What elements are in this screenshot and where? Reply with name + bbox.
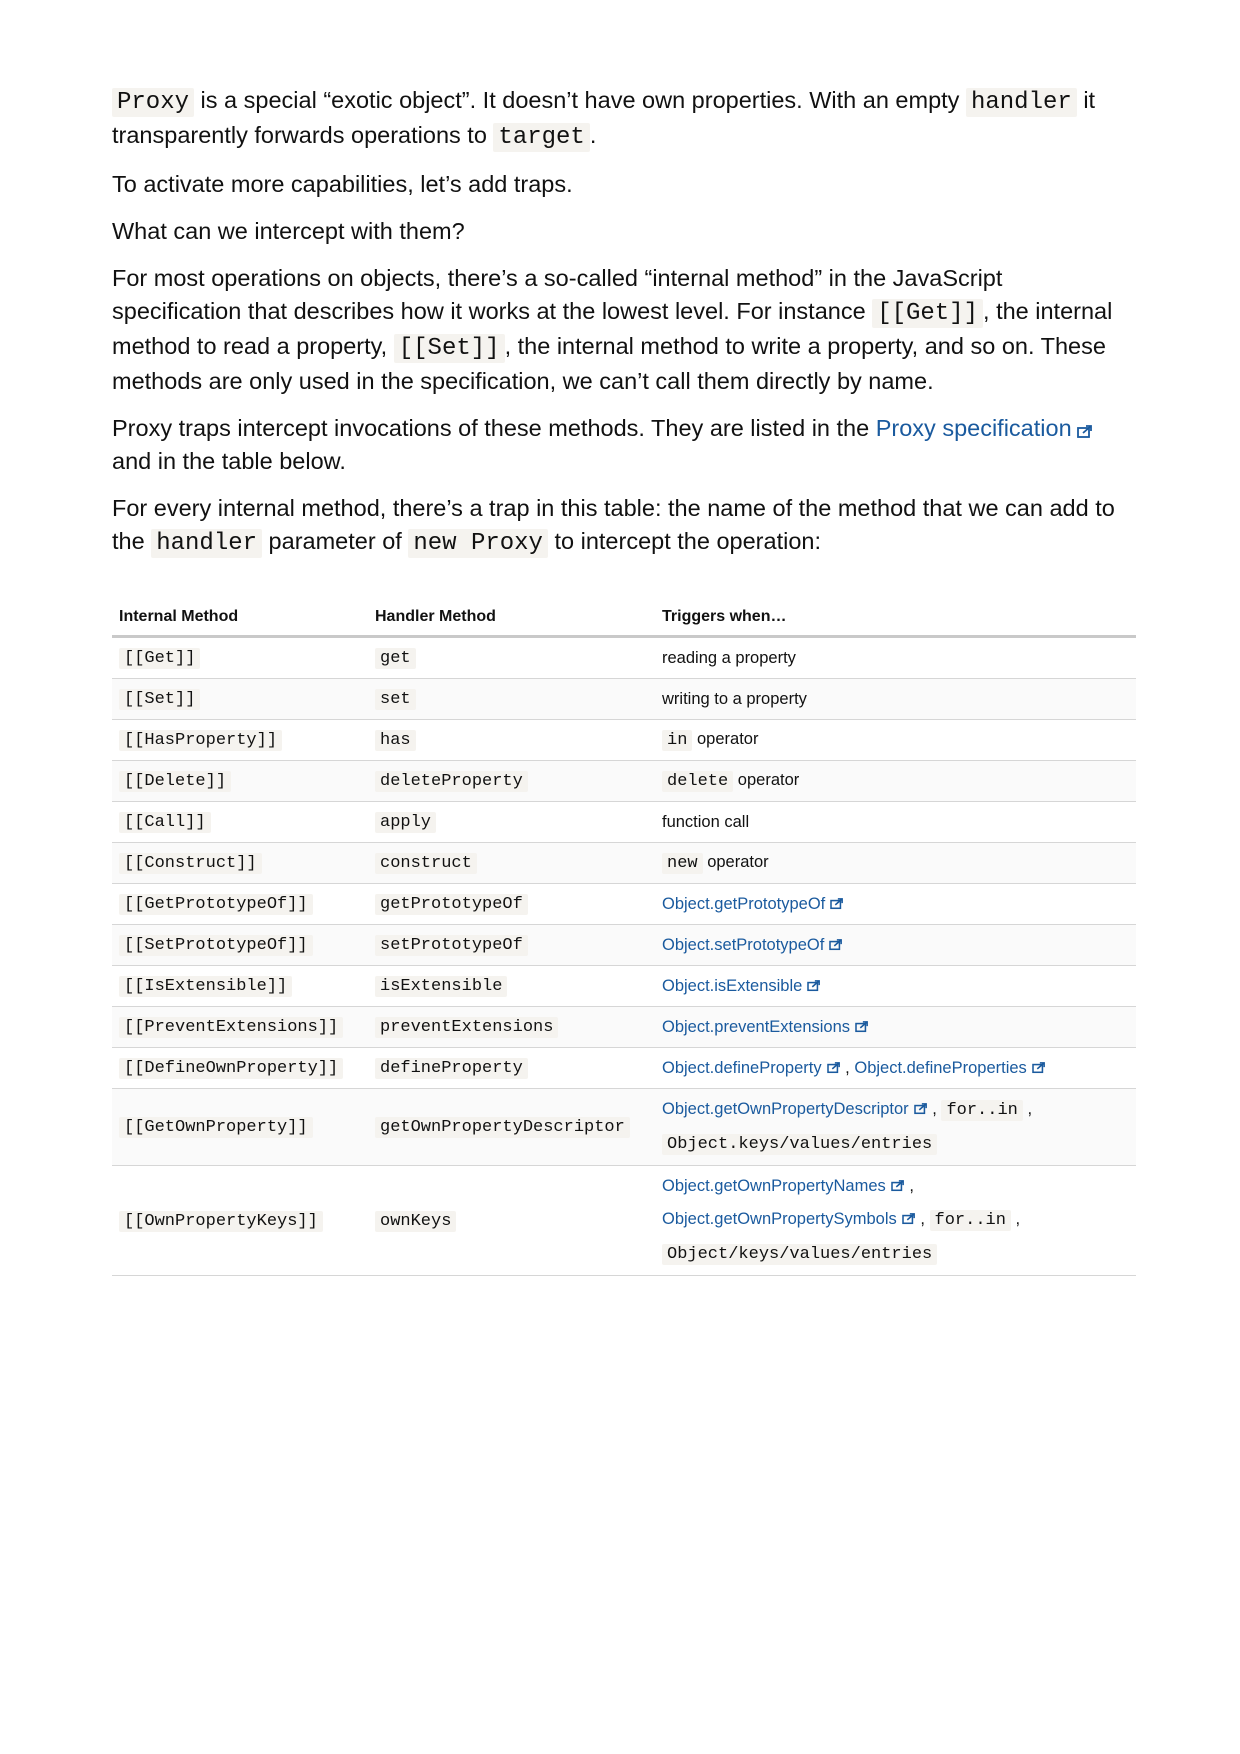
internal-method-cell: [[Get]] xyxy=(119,648,201,669)
table-row: [[GetOwnProperty]] getOwnPropertyDescrip… xyxy=(112,1088,1136,1166)
internal-method-cell: [[Delete]] xyxy=(119,771,232,792)
table-row: [[IsExtensible]] isExtensible Object.isE… xyxy=(112,965,1136,1007)
table-row: [[HasProperty]] has in operator xyxy=(112,719,1136,761)
table-row: [[Set]] set writing to a property xyxy=(112,678,1136,720)
object-getownpropertynames-link[interactable]: Object.getOwnPropertyNames xyxy=(662,1177,905,1195)
triggers-cell: Object.defineProperty , Object.definePro… xyxy=(655,1047,1136,1089)
table-row: [[Delete]] deleteProperty delete operato… xyxy=(112,760,1136,802)
triggers-cell: function call xyxy=(655,801,1136,843)
internal-method-cell: [[DefineOwnProperty]] xyxy=(119,1058,344,1079)
paragraph-proxy-traps: Proxy traps intercept invocations of the… xyxy=(112,412,1136,478)
handler-method-cell: getOwnPropertyDescriptor xyxy=(375,1117,630,1138)
internal-method-cell: [[SetPrototypeOf]] xyxy=(119,935,313,956)
external-link-icon xyxy=(855,1021,869,1033)
table-row: [[OwnPropertyKeys]] ownKeys Object.getOw… xyxy=(112,1165,1136,1276)
object-isextensible-link[interactable]: Object.isExtensible xyxy=(662,977,821,995)
internal-method-cell: [[GetPrototypeOf]] xyxy=(119,894,313,915)
table-row: [[Call]] apply function call xyxy=(112,801,1136,843)
handler-method-cell: set xyxy=(375,689,416,710)
external-link-icon xyxy=(830,898,844,910)
handler-method-cell: deleteProperty xyxy=(375,771,528,792)
inline-code: [[Get]] xyxy=(872,299,984,328)
triggers-cell: in operator xyxy=(655,719,1136,761)
table-row: [[PreventExtensions]] preventExtensions … xyxy=(112,1006,1136,1048)
handler-method-cell: setPrototypeOf xyxy=(375,935,528,956)
triggers-cell: Object.getOwnPropertyNames , Object.getOw… xyxy=(655,1165,1136,1276)
object-getownpropertysymbols-link[interactable]: Object.getOwnPropertySymbols xyxy=(662,1210,916,1228)
table-header-row: Internal Method Handler Method Triggers … xyxy=(112,600,1136,638)
external-link-icon xyxy=(890,1180,905,1192)
paragraph-proxy-intro: Proxy is a special “exotic object”. It d… xyxy=(112,87,1096,152)
header-triggers-when: Triggers when… xyxy=(655,600,1136,638)
external-link-icon xyxy=(826,1062,841,1074)
handler-method-cell: getPrototypeOf xyxy=(375,894,528,915)
paragraph-activate: To activate more capabilities, let’s add… xyxy=(112,171,573,197)
table-row: [[Get]] get reading a property xyxy=(112,636,1136,679)
internal-method-cell: [[HasProperty]] xyxy=(119,730,283,751)
triggers-cell: Object.getOwnPropertyDescriptor , for..i… xyxy=(655,1088,1136,1166)
paragraph-question: What can we intercept with them? xyxy=(112,218,465,244)
table-row: [[GetPrototypeOf]] getPrototypeOf Object… xyxy=(112,883,1136,925)
triggers-cell: writing to a property xyxy=(655,678,1136,720)
object-setprototypeof-link[interactable]: Object.setPrototypeOf xyxy=(662,936,843,954)
handler-method-cell: ownKeys xyxy=(375,1210,457,1232)
external-link-icon xyxy=(913,1103,928,1115)
handler-method-cell: construct xyxy=(375,853,477,874)
external-link-icon xyxy=(1032,1062,1046,1074)
object-getprototypeof-link[interactable]: Object.getPrototypeOf xyxy=(662,895,844,913)
inline-code: handler xyxy=(151,529,263,558)
external-link-icon xyxy=(807,980,821,992)
triggers-cell: Object.getPrototypeOf xyxy=(655,883,1136,925)
external-link-icon xyxy=(1076,425,1092,438)
internal-method-cell: [[GetOwnProperty]] xyxy=(119,1117,313,1138)
internal-method-cell: [[Set]] xyxy=(119,689,201,710)
handler-method-cell: defineProperty xyxy=(375,1058,528,1079)
triggers-cell: delete operator xyxy=(655,760,1136,802)
proxy-specification-link[interactable]: Proxy specification xyxy=(876,415,1092,441)
header-handler-method: Handler Method xyxy=(368,600,655,638)
internal-method-cell: [[Construct]] xyxy=(119,853,262,874)
table-row: [[SetPrototypeOf]] setPrototypeOf Object… xyxy=(112,924,1136,966)
internal-method-cell: [[PreventExtensions]] xyxy=(119,1017,344,1038)
handler-method-cell: has xyxy=(375,730,416,751)
inline-code: handler xyxy=(965,88,1077,117)
triggers-cell: Object.isExtensible xyxy=(655,965,1136,1007)
header-internal-method: Internal Method xyxy=(112,600,368,638)
external-link-icon xyxy=(901,1213,916,1225)
inline-code: new Proxy xyxy=(408,529,548,558)
internal-method-cell: [[IsExtensible]] xyxy=(119,976,293,997)
handler-method-cell: preventExtensions xyxy=(375,1017,559,1038)
handler-method-cell: get xyxy=(375,648,416,669)
paragraph-internal-method: For most operations on objects, there’s … xyxy=(112,265,1113,394)
inline-code: [[Set]] xyxy=(393,334,505,363)
inline-code: Proxy xyxy=(112,88,195,117)
triggers-cell: reading a property xyxy=(655,636,1136,679)
triggers-cell: new operator xyxy=(655,842,1136,884)
object-defineproperty-link[interactable]: Object.defineProperty xyxy=(662,1059,841,1077)
article-body: Proxy is a special “exotic object”. It d… xyxy=(112,84,1136,1276)
triggers-cell: Object.preventExtensions xyxy=(655,1006,1136,1048)
object-preventextensions-link[interactable]: Object.preventExtensions xyxy=(662,1018,869,1036)
table-row: [[DefineOwnProperty]] defineProperty Obj… xyxy=(112,1047,1136,1089)
object-getownpropertydescriptor-link[interactable]: Object.getOwnPropertyDescriptor xyxy=(662,1100,928,1118)
handler-method-cell: apply xyxy=(375,812,437,833)
proxy-traps-table: Internal Method Handler Method Triggers … xyxy=(112,600,1136,1276)
external-link-icon xyxy=(829,939,843,951)
inline-code: target xyxy=(493,123,590,152)
table-row: [[Construct]] construct new operator xyxy=(112,842,1136,884)
triggers-cell: Object.setPrototypeOf xyxy=(655,924,1136,966)
handler-method-cell: isExtensible xyxy=(375,976,508,997)
internal-method-cell: [[Call]] xyxy=(119,812,211,833)
internal-method-cell: [[OwnPropertyKeys]] xyxy=(119,1210,323,1232)
object-defineproperties-link[interactable]: Object.defineProperties xyxy=(854,1059,1045,1077)
paragraph-every-method: For every internal method, there’s a tra… xyxy=(112,495,1115,558)
